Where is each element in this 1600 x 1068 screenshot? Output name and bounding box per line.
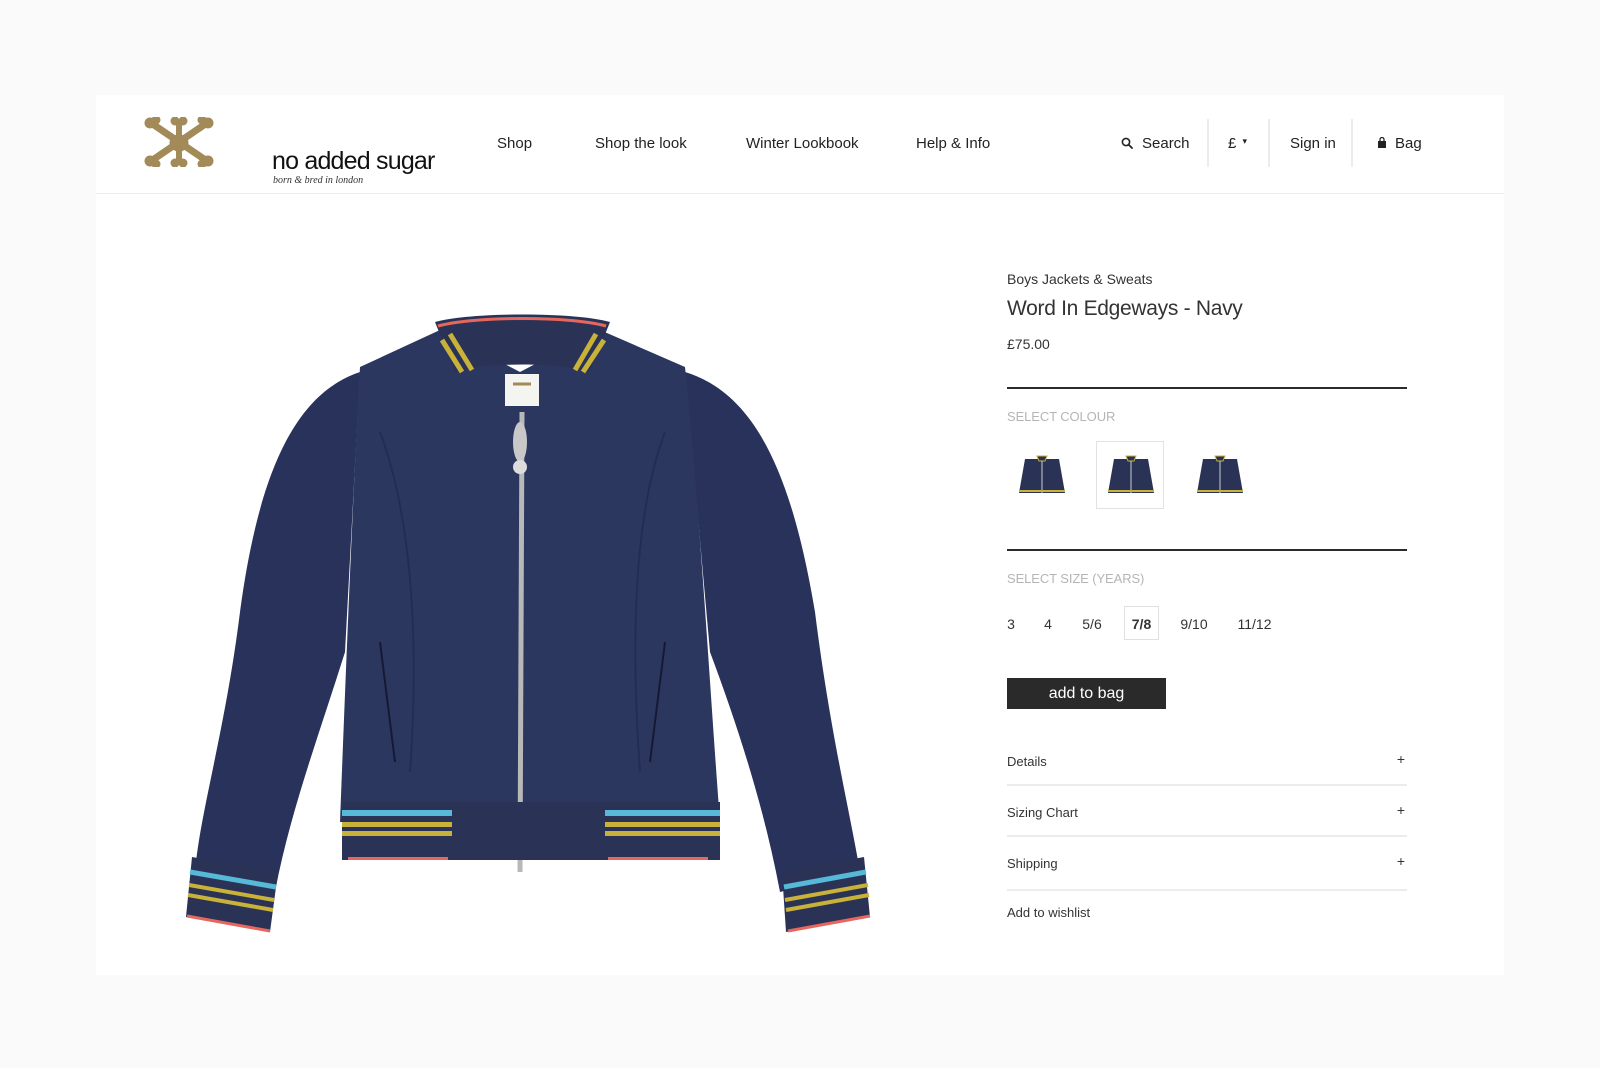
nav-item-help-info[interactable]: Help & Info: [916, 135, 990, 152]
navy-jacket-swatch-icon: [1019, 455, 1065, 493]
utility-divider: [1268, 119, 1270, 167]
accordion-details[interactable]: Details +: [1007, 736, 1407, 786]
accordion-label: Shipping: [1007, 856, 1058, 871]
search-link[interactable]: Search: [1121, 135, 1190, 152]
colour-swatch[interactable]: [1185, 441, 1253, 509]
bag-label: Bag: [1395, 135, 1422, 152]
product-category[interactable]: Boys Jackets & Sweats: [1007, 271, 1153, 287]
nav-item-shop[interactable]: Shop: [497, 135, 532, 152]
navy-jacket-swatch-icon: [1108, 455, 1154, 493]
site-header: no added sugar born & bred in london Sho…: [96, 95, 1504, 194]
add-to-bag-button[interactable]: add to bag: [1007, 678, 1166, 709]
brand-logo[interactable]: no added sugar born & bred in london: [144, 117, 435, 186]
search-label: Search: [1142, 135, 1190, 152]
select-colour-label: SELECT COLOUR: [1007, 409, 1116, 424]
product-title: Word In Edgeways - Navy: [1007, 297, 1243, 320]
navy-bomber-jacket-image: [186, 314, 871, 933]
utility-divider: [1207, 119, 1209, 167]
accordion-label: Sizing Chart: [1007, 805, 1078, 820]
plus-icon: +: [1396, 802, 1405, 818]
size-option-11-12[interactable]: 11/12: [1235, 606, 1274, 640]
section-divider: [1007, 549, 1407, 551]
currency-label: £: [1228, 135, 1237, 152]
bag-icon: [1378, 137, 1386, 148]
accordion-shipping[interactable]: Shipping +: [1007, 838, 1407, 891]
size-option-9-10[interactable]: 9/10: [1178, 606, 1210, 640]
chevron-down-icon: ▾: [1242, 136, 1248, 146]
nav-item-shop-the-look[interactable]: Shop the look: [595, 135, 687, 152]
section-divider: [1007, 387, 1407, 389]
accordion-sizing-chart[interactable]: Sizing Chart +: [1007, 787, 1407, 837]
product-price: £75.00: [1007, 336, 1050, 352]
utility-divider: [1351, 119, 1353, 167]
accordion-label: Details: [1007, 754, 1047, 769]
signin-link[interactable]: Sign in: [1290, 135, 1336, 152]
plus-icon: +: [1396, 853, 1405, 869]
size-option-3[interactable]: 3: [1003, 606, 1019, 640]
navy-jacket-swatch-icon: [1197, 455, 1243, 493]
colour-swatch[interactable]: [1007, 441, 1075, 509]
page-frame: no added sugar born & bred in london Sho…: [96, 95, 1504, 975]
size-option-4[interactable]: 4: [1040, 606, 1056, 640]
nav-item-winter-lookbook[interactable]: Winter Lookbook: [746, 135, 859, 152]
select-size-label: SELECT SIZE (YEARS): [1007, 571, 1145, 586]
bag-link[interactable]: Bag: [1377, 135, 1422, 152]
brand-tagline: born & bred in london: [273, 175, 364, 186]
size-option-5-6[interactable]: 5/6: [1079, 606, 1105, 640]
currency-selector[interactable]: £ ▾: [1228, 135, 1247, 152]
size-option-7-8-selected[interactable]: 7/8: [1124, 606, 1159, 640]
brand-name: no added sugar: [272, 147, 435, 175]
search-icon: [1121, 137, 1133, 149]
plus-icon: +: [1396, 751, 1405, 767]
add-to-wishlist-link[interactable]: Add to wishlist: [1007, 905, 1090, 920]
crossbones-logo-icon: [144, 117, 214, 167]
colour-swatch-selected[interactable]: [1096, 441, 1164, 509]
